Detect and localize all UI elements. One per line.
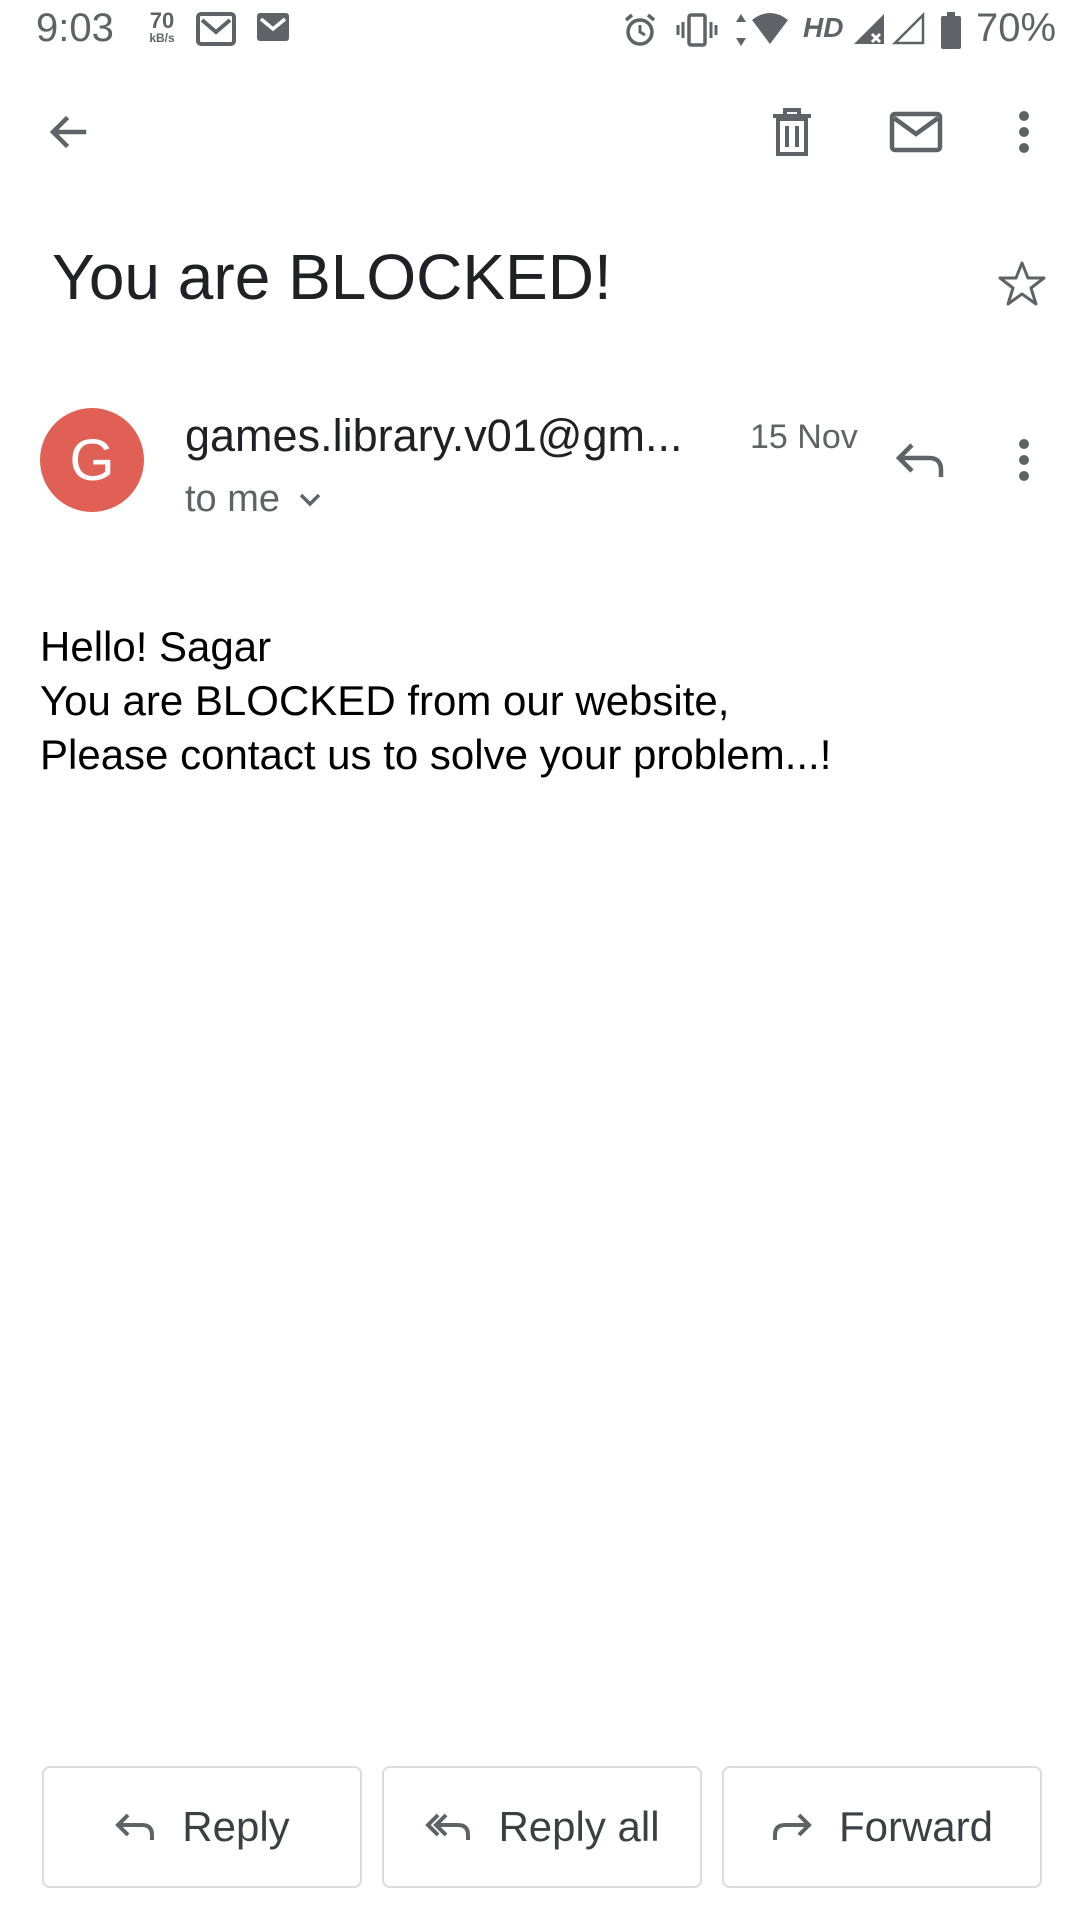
wifi-icon: [750, 12, 790, 51]
reply-label: Reply: [182, 1803, 290, 1850]
mark-unread-button[interactable]: [884, 100, 948, 164]
reply-icon-button[interactable]: [890, 430, 950, 490]
gmail-notification-icon: [196, 12, 236, 51]
reply-all-icon: [425, 1813, 471, 1840]
battery-percent: 70%: [976, 6, 1057, 50]
alarm-icon: [622, 12, 658, 53]
star-button[interactable]: [994, 256, 1050, 312]
mail-notification-icon: [256, 12, 290, 47]
recipient-label: to me: [185, 478, 281, 520]
reply-button[interactable]: Reply: [42, 1766, 362, 1888]
more-options-button[interactable]: [1000, 100, 1048, 164]
reply-all-label: Reply all: [498, 1803, 660, 1850]
more-options-icon: [1019, 439, 1029, 481]
sender-initial: G: [69, 427, 115, 493]
cell-signal-empty-icon: [891, 11, 926, 51]
status-bar: 9:03 70 kB/s HD 70%: [0, 0, 1080, 64]
email-body: Hello! Sagar You are BLOCKED from our we…: [40, 620, 831, 782]
mark-unread-icon: [889, 111, 943, 153]
network-speed-unit: kB/s: [149, 31, 175, 45]
delete-icon: [773, 108, 811, 156]
reply-all-button[interactable]: Reply all: [382, 1766, 702, 1888]
more-options-icon: [1019, 111, 1029, 153]
cell-signal-icon: [852, 12, 886, 51]
reply-icon: [895, 443, 944, 477]
back-arrow-icon: [49, 115, 87, 149]
chevron-down-icon: [299, 493, 321, 506]
email-view: 9:03 70 kB/s HD 70% You are BLOCKED! G g…: [0, 0, 1080, 1920]
delete-button[interactable]: [760, 100, 824, 164]
recipient-details-toggle[interactable]: to me: [185, 478, 322, 521]
hd-voice-label: HD: [803, 12, 844, 43]
body-line: You are BLOCKED from our website,: [40, 677, 730, 724]
email-subject: You are BLOCKED!: [52, 241, 612, 313]
forward-button[interactable]: Forward: [722, 1766, 1042, 1888]
network-speed: 70 kB/s: [142, 8, 182, 45]
message-more-options-button[interactable]: [1000, 430, 1048, 490]
data-activity-icon: [734, 12, 748, 53]
sender-avatar[interactable]: G: [40, 408, 144, 512]
reply-icon: [115, 1813, 155, 1840]
body-line: Hello! Sagar: [40, 623, 272, 670]
sender-address[interactable]: games.library.v01@gm...: [185, 410, 683, 462]
forward-icon: [772, 1813, 812, 1840]
network-speed-value: 70: [149, 8, 175, 33]
back-button[interactable]: [36, 100, 100, 164]
star-icon: [998, 261, 1046, 306]
forward-label: Forward: [838, 1803, 994, 1850]
body-line: Please contact us to solve your problem.…: [40, 731, 832, 778]
email-date: 15 Nov: [750, 418, 858, 456]
battery-icon: [940, 12, 962, 55]
vibrate-icon: [676, 12, 718, 53]
status-time: 9:03: [36, 6, 114, 50]
